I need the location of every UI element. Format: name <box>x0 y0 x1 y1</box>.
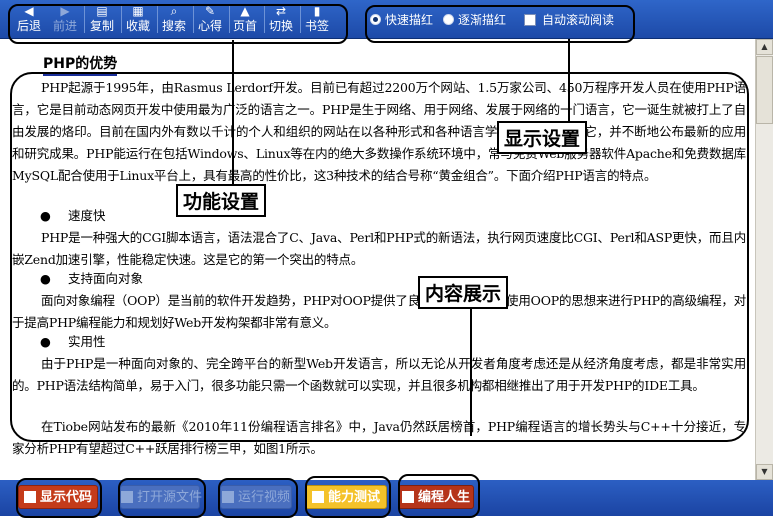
content-display-annotation: 内容展示 <box>418 276 509 309</box>
copy-icon: ▤ <box>96 4 108 18</box>
favorite-icon: ▦ <box>132 4 144 18</box>
notes-icon: ✎ <box>204 4 216 18</box>
checkbox-icon <box>524 13 536 26</box>
code-icon <box>23 490 36 503</box>
page-top-button[interactable]: ▲ 页首 <box>226 3 264 35</box>
bottom-bar: 显示代码 打开源文件 运行视频 能力测试 编程人生 <box>0 480 773 516</box>
speed-paragraph: PHP是一种强大的CGI脚本语言，语法混合了C、Java、Perl和PHP式的新… <box>12 230 746 267</box>
favorite-button[interactable]: ▦ 收藏 <box>119 3 157 35</box>
bullet-practical: ● 实用性 <box>40 331 106 353</box>
practical-paragraph: 由于PHP是一种面向对象的、完全跨平台的新型Web开发语言，所以无论从开发者角度… <box>12 356 746 393</box>
copy-button[interactable]: ▤ 复制 <box>83 3 121 35</box>
display-settings-annotation: 显示设置 <box>497 121 588 154</box>
ranking-paragraph: 在Tiobe网站发布的最新《2010年11份编程语言排名》中，Java仍然跃居榜… <box>12 419 746 456</box>
bullet-icon: ● <box>40 208 51 223</box>
bookmark-button[interactable]: ▮ 书签 <box>298 3 336 35</box>
ability-test-button[interactable]: 能力测试 <box>305 485 387 509</box>
scroll-up-button[interactable]: ▲ <box>756 39 773 55</box>
content-callout-line <box>470 306 472 436</box>
scroll-down-button[interactable]: ▼ <box>756 464 773 480</box>
radio-unselected-icon <box>443 14 454 25</box>
person-icon <box>401 490 414 503</box>
vertical-scrollbar[interactable]: ▲ ▼ <box>755 39 773 480</box>
back-button[interactable]: ◀ 后退 <box>10 3 48 35</box>
scroll-thumb[interactable] <box>756 56 773 124</box>
folder-icon <box>121 490 133 503</box>
search-icon: ⌕ <box>170 4 178 18</box>
video-icon <box>221 490 234 503</box>
switch-icon: ⇄ <box>275 4 287 18</box>
bullet-oop: ● 支持面向对象 <box>40 268 143 290</box>
bullet-icon: ● <box>40 334 51 349</box>
function-settings-annotation: 功能设置 <box>176 184 267 217</box>
programming-life-button[interactable]: 编程人生 <box>398 485 474 509</box>
display-callout-line <box>568 39 570 121</box>
bullet-speed: ● 速度快 <box>40 205 106 227</box>
show-code-button[interactable]: 显示代码 <box>18 485 98 509</box>
oop-paragraph: 面向对象编程（OOP）是当前的软件开发趋势，PHP对OOP提供了良好的支持。可以… <box>12 293 746 330</box>
content-area: PHP的优势 PHP起源于1995年，由Rasmus Lerdorf开发。目前已… <box>0 39 755 480</box>
test-icon <box>311 490 324 503</box>
forward-arrow-icon: ▶ <box>60 4 70 18</box>
radio-selected-icon <box>370 14 381 25</box>
page-top-icon: ▲ <box>240 4 250 18</box>
function-callout-line <box>232 40 234 186</box>
back-arrow-icon: ◀ <box>24 4 34 18</box>
bullet-icon: ● <box>40 271 51 286</box>
auto-scroll-checkbox[interactable]: 自动滚动阅读 <box>524 12 614 28</box>
fast-highlight-radio[interactable]: 快速描红 <box>370 12 433 28</box>
intro-paragraph: PHP起源于1995年，由Rasmus Lerdorf开发。目前已有超过2200… <box>12 80 746 183</box>
run-video-button[interactable]: 运行视频 <box>220 485 292 509</box>
notes-button[interactable]: ✎ 心得 <box>191 3 229 35</box>
open-source-button[interactable]: 打开源文件 <box>120 485 202 509</box>
page-title: PHP的优势 <box>43 53 118 76</box>
switch-button[interactable]: ⇄ 切换 <box>262 3 300 35</box>
gradual-highlight-radio[interactable]: 逐渐描红 <box>443 12 506 28</box>
bookmark-icon: ▮ <box>313 4 321 18</box>
search-button[interactable]: ⌕ 搜索 <box>155 3 193 35</box>
toolbar: ◀ 后退 ▶ 前进 ▤ 复制 ▦ 收藏 ⌕ 搜索 ✎ 心得 ▲ 页首 ⇄ 切换 … <box>0 0 773 39</box>
forward-button[interactable]: ▶ 前进 <box>46 3 84 35</box>
